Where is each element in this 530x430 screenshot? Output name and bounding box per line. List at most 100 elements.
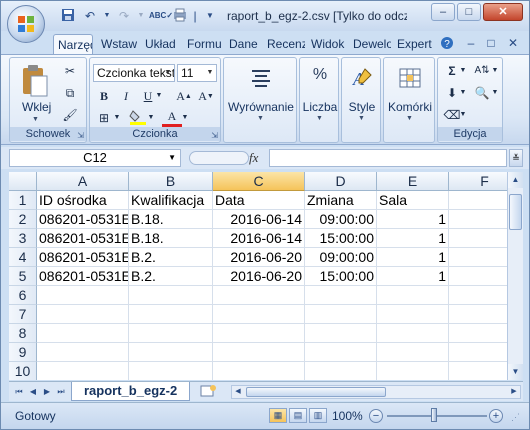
cell-b7[interactable] [129,305,213,324]
prev-sheet-icon[interactable]: ◀ [27,385,39,399]
cell-c8[interactable] [213,324,305,343]
row-header-8[interactable]: 8 [9,324,37,343]
tab-narzedzia-glowne[interactable]: Narzędzia główne [53,34,93,54]
page-layout-view-icon[interactable]: ▤ [289,408,307,423]
cell-b9[interactable] [129,343,213,362]
redo-icon[interactable]: ↷ [115,8,133,24]
cell-a1[interactable]: ID ośrodka [37,191,129,210]
autosum-dropdown-icon[interactable]: ▼ [458,62,468,80]
fill-dropdown-icon[interactable]: ▼ [458,84,468,102]
group-komorki[interactable]: Komórki ▼ [383,57,435,143]
grow-font-icon[interactable]: A▲ [174,87,194,105]
cell-f4[interactable] [449,248,507,267]
name-box[interactable]: C12 ▼ [9,149,181,167]
bold-icon[interactable]: B [94,87,114,105]
scroll-right-icon[interactable]: ▶ [508,386,520,398]
fill-color-dropdown-icon[interactable]: ▼ [146,109,156,127]
cell-e10[interactable] [377,362,449,380]
vertical-scrollbar[interactable]: ▲ ▼ [507,172,523,380]
format-painter-icon[interactable]: 🖌 [60,106,80,124]
cell-a7[interactable] [37,305,129,324]
last-sheet-icon[interactable]: ⏭ [55,385,67,399]
borders-dropdown-icon[interactable]: ▼ [112,109,122,127]
cell-a2[interactable]: 086201-0531E [37,210,129,229]
column-header-b[interactable]: B [129,172,213,191]
maximize-button[interactable]: □ [457,3,481,21]
cell-d1[interactable]: Zmiana [305,191,377,210]
insert-sheet-icon[interactable] [197,384,219,399]
cell-f8[interactable] [449,324,507,343]
font-name-combo[interactable]: Czcionka tekstu podstawowego ▼ [93,64,175,82]
row-header-6[interactable]: 6 [9,286,37,305]
cell-b4[interactable]: B.2. [129,248,213,267]
underline-dropdown-icon[interactable]: ▼ [154,87,164,105]
zoom-in-icon[interactable]: + [489,409,503,423]
font-color-icon[interactable]: A [162,109,182,127]
cell-e2[interactable]: 1 [377,210,449,229]
cell-d4[interactable]: 09:00:00 [305,248,377,267]
cell-e3[interactable]: 1 [377,229,449,248]
vertical-scroll-thumb[interactable] [509,194,522,230]
tab-recenzja[interactable]: Recenzja [267,34,305,54]
tab-expert[interactable]: Expert [397,34,435,54]
cell-e1[interactable]: Sala [377,191,449,210]
italic-icon[interactable]: I [116,87,136,105]
cell-c10[interactable] [213,362,305,380]
cell-d10[interactable] [305,362,377,380]
cell-a8[interactable] [37,324,129,343]
ribbon-close-icon[interactable]: ✕ [505,36,521,50]
normal-view-icon[interactable]: ▦ [269,408,287,423]
cell-b2[interactable]: B.18. [129,210,213,229]
customize-icon[interactable]: ▼ [201,8,219,24]
cell-e5[interactable]: 1 [377,267,449,286]
cell-b1[interactable]: Kwalifikacja [129,191,213,210]
cell-b10[interactable] [129,362,213,380]
group-style[interactable]: A Style ▼ [341,57,381,143]
cell-f5[interactable] [449,267,507,286]
zoom-level[interactable]: 100% [332,409,363,423]
zoom-slider-track[interactable] [387,415,487,417]
help-icon[interactable]: ? [439,36,455,50]
row-header-3[interactable]: 3 [9,229,37,248]
cell-e8[interactable] [377,324,449,343]
scroll-down-icon[interactable]: ▼ [508,364,523,380]
tab-formuly[interactable]: Formuły [187,34,221,54]
horizontal-scrollbar[interactable]: ◀ ▶ [231,385,521,399]
close-button[interactable]: ✕ [483,3,523,21]
cell-f2[interactable] [449,210,507,229]
zoom-slider-thumb[interactable] [431,408,437,422]
cell-c6[interactable] [213,286,305,305]
cell-d5[interactable]: 15:00:00 [305,267,377,286]
resize-grip-icon[interactable]: ⋰ [511,412,520,423]
row-header-9[interactable]: 9 [9,343,37,362]
name-box-dropdown-icon[interactable]: ▼ [168,150,176,166]
cell-a4[interactable]: 086201-0531E [37,248,129,267]
row-header-5[interactable]: 5 [9,267,37,286]
tab-widok[interactable]: Widok [311,34,347,54]
row-header-2[interactable]: 2 [9,210,37,229]
clear-dropdown-icon[interactable]: ▼ [458,106,468,124]
column-header-d[interactable]: D [305,172,377,191]
sheet-tab-raport[interactable]: raport_b_egz-2 [71,382,191,401]
cell-a6[interactable] [37,286,129,305]
cell-b3[interactable]: B.18. [129,229,213,248]
font-size-dropdown-icon[interactable]: ▼ [204,65,216,81]
select-all-corner[interactable] [9,172,37,191]
scroll-up-icon[interactable]: ▲ [508,172,523,188]
cell-e9[interactable] [377,343,449,362]
first-sheet-icon[interactable]: ⏮ [13,385,25,399]
cell-f1[interactable] [449,191,507,210]
undo-icon[interactable]: ↶ [81,8,99,24]
shrink-font-icon[interactable]: A▼ [196,87,216,105]
tab-dane[interactable]: Dane [229,34,259,54]
font-color-dropdown-icon[interactable]: ▼ [180,109,190,127]
cell-d3[interactable]: 15:00:00 [305,229,377,248]
cell-f7[interactable] [449,305,507,324]
minimize-button[interactable]: ‒ [431,3,455,21]
group-wyrownanie[interactable]: Wyrównanie ▼ [223,57,297,143]
cell-f10[interactable] [449,362,507,380]
paste-dropdown-icon[interactable]: ▼ [32,116,39,123]
zoom-out-icon[interactable]: − [369,409,383,423]
cell-d9[interactable] [305,343,377,362]
cut-icon[interactable]: ✂ [60,62,80,80]
